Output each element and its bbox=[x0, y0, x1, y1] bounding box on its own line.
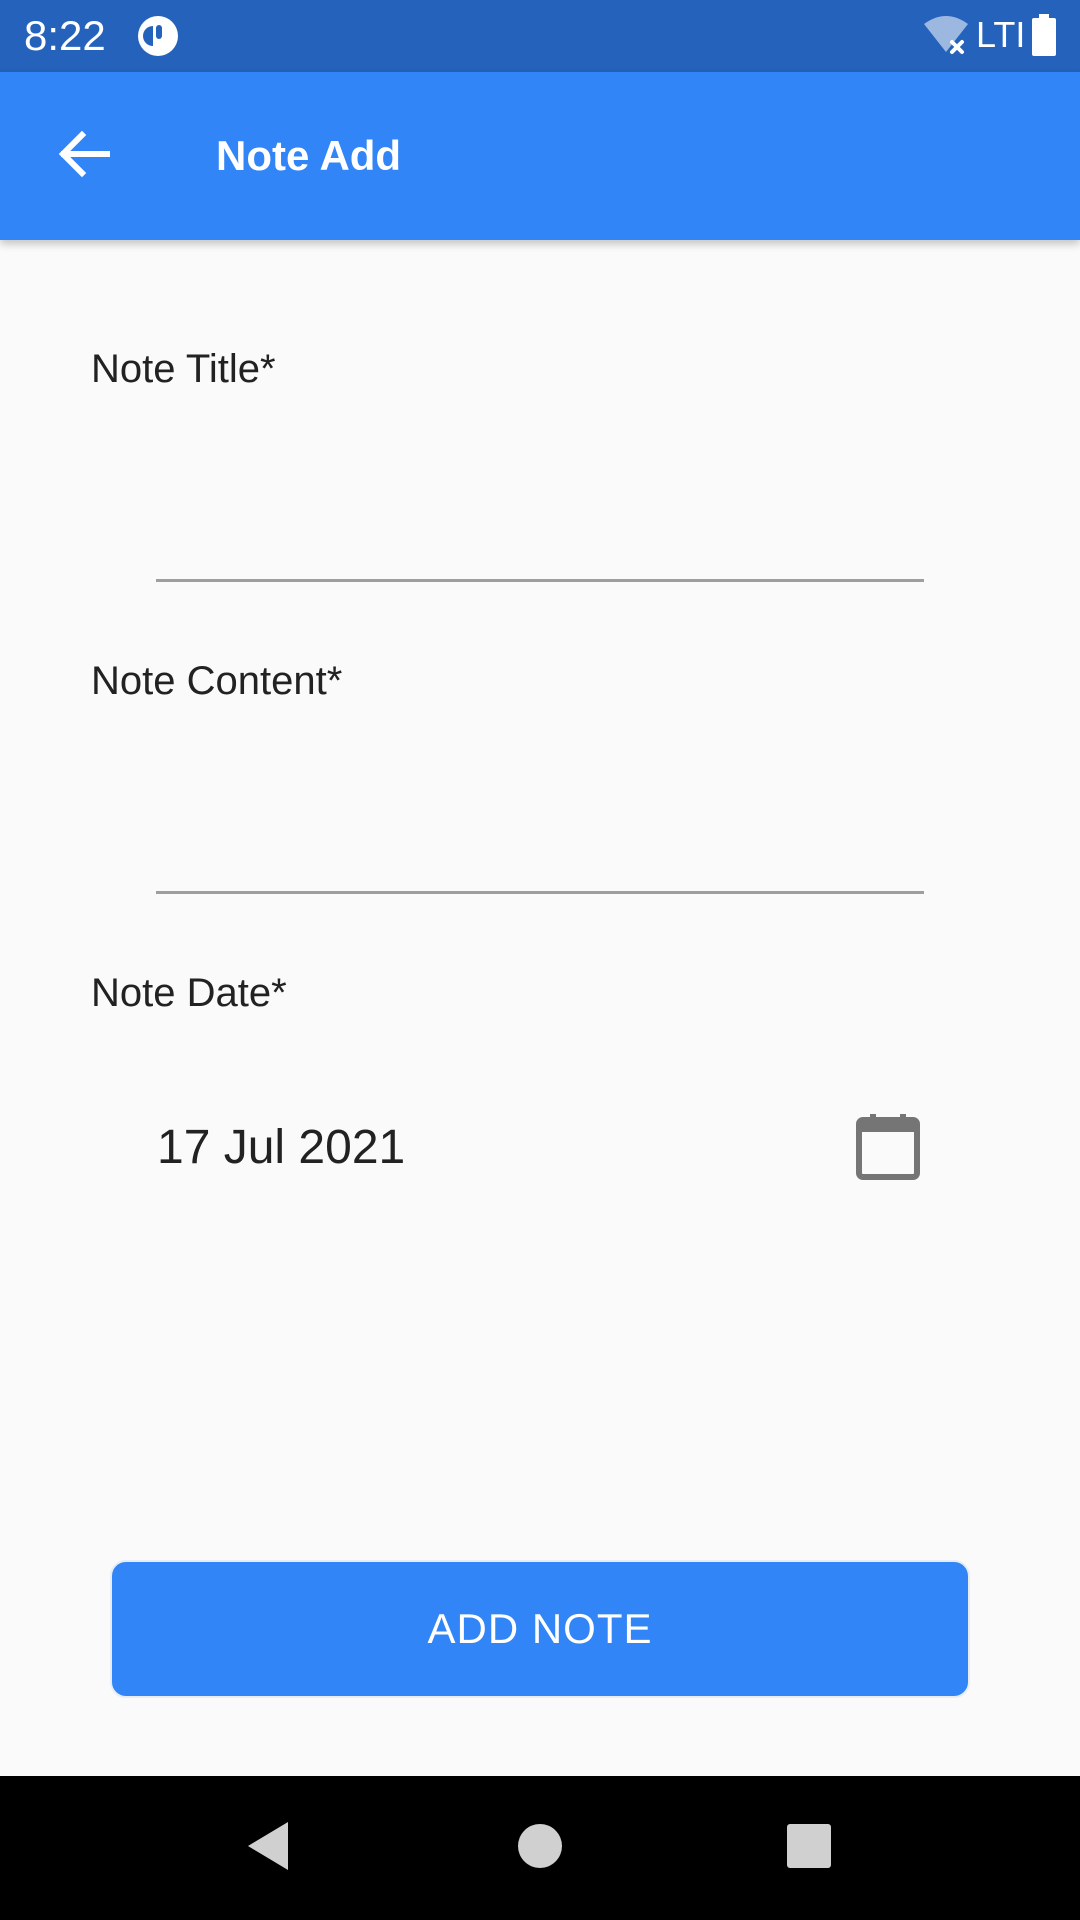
app-notification-icon bbox=[136, 14, 180, 58]
nav-recents-button[interactable] bbox=[777, 1816, 841, 1880]
note-content-label: Note Content* bbox=[91, 659, 343, 703]
nav-back-icon bbox=[244, 1820, 292, 1877]
add-note-button[interactable]: ADD NOTE bbox=[110, 1560, 970, 1698]
note-date-label: Note Date* bbox=[91, 971, 287, 1015]
wifi-off-icon bbox=[922, 14, 970, 58]
status-time: 8:22 bbox=[24, 12, 106, 59]
battery-icon bbox=[1032, 14, 1056, 56]
network-label: LTI bbox=[976, 14, 1026, 55]
note-add-screen: 8:22 LTI Note Add Note Title* Note Conte… bbox=[0, 0, 1080, 1920]
system-nav-bar bbox=[0, 1776, 1080, 1920]
back-button[interactable] bbox=[40, 112, 128, 200]
arrow-back-icon bbox=[58, 130, 111, 183]
nav-back-button[interactable] bbox=[236, 1816, 300, 1880]
nav-recents-icon bbox=[785, 1822, 833, 1875]
note-title-input[interactable] bbox=[156, 472, 924, 582]
note-content-input[interactable] bbox=[156, 784, 924, 894]
app-bar: Note Add bbox=[0, 72, 1080, 240]
note-date-value[interactable]: 17 Jul 2021 bbox=[157, 1118, 405, 1178]
status-bar: 8:22 LTI bbox=[0, 0, 1080, 72]
nav-home-button[interactable] bbox=[508, 1816, 572, 1880]
note-title-label: Note Title* bbox=[91, 347, 276, 391]
page-title: Note Add bbox=[216, 132, 402, 179]
nav-home-icon bbox=[516, 1822, 564, 1875]
calendar-icon bbox=[856, 1112, 920, 1185]
date-picker-button[interactable] bbox=[848, 1106, 928, 1190]
